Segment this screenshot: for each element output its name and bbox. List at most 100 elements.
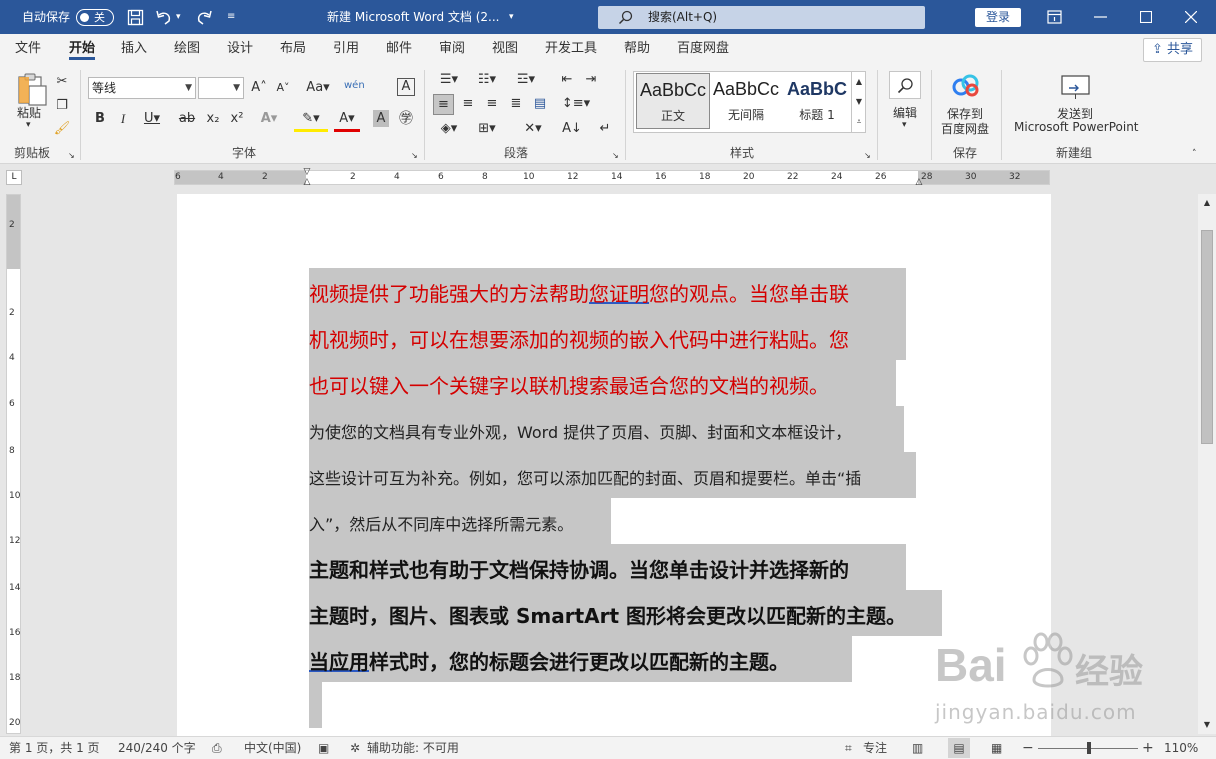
zoom-level[interactable]: 110%: [1164, 737, 1198, 759]
subscript-icon[interactable]: x₂: [204, 109, 222, 129]
copy-icon[interactable]: ❐: [53, 96, 71, 116]
tab-review[interactable]: 审阅: [439, 34, 465, 64]
font-name-combo[interactable]: 等线 ▼: [88, 77, 196, 99]
paste-icon[interactable]: [16, 72, 48, 106]
change-case-icon[interactable]: Aa▾: [303, 78, 333, 98]
numbering-icon[interactable]: ☷▾: [472, 70, 502, 90]
superscript-icon[interactable]: x²: [228, 109, 246, 129]
scroll-down-icon[interactable]: ▼: [1201, 716, 1213, 734]
font-color-icon[interactable]: A▾: [334, 109, 360, 132]
more-styles-icon[interactable]: ⩡: [853, 112, 865, 132]
cut-icon[interactable]: ✂: [53, 72, 71, 92]
scroll-up-icon[interactable]: ▲: [1201, 194, 1213, 212]
style-normal[interactable]: AaBbCc 正文: [636, 73, 710, 129]
borders-icon[interactable]: ⊞▾: [472, 119, 502, 139]
undo-icon[interactable]: [155, 9, 173, 26]
focus-mode-label[interactable]: 专注: [863, 737, 887, 759]
editing-button[interactable]: [889, 71, 921, 99]
tab-selector-icon[interactable]: L: [6, 170, 22, 185]
format-painter-icon[interactable]: 🖌: [53, 119, 71, 139]
zoom-slider-thumb[interactable]: [1087, 742, 1091, 754]
accessibility-status[interactable]: 辅助功能: 不可用: [367, 737, 459, 759]
zoom-out-button[interactable]: −: [1022, 737, 1034, 759]
line-spacing-icon[interactable]: ↕≡▾: [561, 94, 591, 114]
proofing-icon[interactable]: ⎙: [212, 737, 222, 759]
baidu-netdisk-icon[interactable]: [952, 74, 980, 98]
close-icon[interactable]: [1185, 11, 1197, 23]
shrink-font-icon[interactable]: A˅: [274, 78, 292, 98]
search-box[interactable]: 搜索(Alt+Q): [598, 6, 925, 29]
tab-references[interactable]: 引用: [333, 34, 359, 64]
underline-icon[interactable]: U▾: [140, 109, 164, 129]
web-layout-icon[interactable]: ▦: [991, 737, 1002, 759]
highlight-color-icon[interactable]: ✎▾: [294, 109, 328, 132]
chevron-up-icon[interactable]: ▲: [853, 72, 865, 92]
language[interactable]: 中文(中国): [244, 737, 301, 759]
bullets-icon[interactable]: ☰▾: [434, 70, 464, 90]
autosave-toggle[interactable]: 关: [76, 9, 114, 26]
paragraph-launcher-icon[interactable]: ↘: [612, 146, 619, 166]
page-count[interactable]: 第 1 页，共 1 页: [9, 737, 100, 759]
share-button[interactable]: ⇪ 共享: [1143, 38, 1202, 62]
redo-icon[interactable]: [195, 9, 213, 26]
strikethrough-icon[interactable]: ab: [176, 109, 198, 129]
title-dropdown-icon[interactable]: ▾: [509, 0, 514, 34]
justify-icon[interactable]: ≣: [507, 94, 525, 114]
enclosed-character-icon[interactable]: ㊫: [396, 109, 416, 129]
style-heading-1[interactable]: AaBbC 标题 1: [780, 73, 854, 129]
sort-icon[interactable]: A↓: [562, 119, 582, 139]
character-shading-icon[interactable]: A: [373, 110, 389, 127]
ribbon-display-options-icon[interactable]: [1047, 10, 1062, 24]
tab-file[interactable]: 文件: [15, 34, 41, 64]
tab-draw[interactable]: 绘图: [174, 34, 200, 64]
grow-font-icon[interactable]: A˄: [250, 78, 268, 98]
font-size-combo[interactable]: ▼: [198, 77, 244, 99]
chevron-down-icon[interactable]: ▾: [902, 120, 907, 130]
decrease-indent-icon[interactable]: ⇤: [558, 70, 576, 90]
document-page[interactable]: 视频提供了功能强大的方法帮助您证明您的观点。当您单击联 机视频时，可以在想要添加…: [177, 194, 1051, 740]
styles-scroller[interactable]: ▲ ▼ ⩡: [851, 72, 865, 132]
clipboard-launcher-icon[interactable]: ↘: [68, 146, 75, 166]
increase-indent-icon[interactable]: ⇥: [582, 70, 600, 90]
macro-icon[interactable]: ▣: [318, 737, 329, 759]
show-marks-icon[interactable]: ↵: [596, 119, 614, 139]
horizontal-ruler[interactable]: 6 4 2 2 4 6 8 10 12 14 16 18 20 22 24 26…: [174, 167, 1050, 187]
collapse-ribbon-icon[interactable]: ˄: [1192, 144, 1197, 164]
align-left-icon[interactable]: ≡: [433, 94, 454, 115]
bold-icon[interactable]: B: [92, 109, 108, 129]
tab-design[interactable]: 设计: [227, 34, 253, 64]
save-icon[interactable]: [127, 9, 144, 26]
login-button[interactable]: 登录: [975, 8, 1021, 27]
tab-help[interactable]: 帮助: [624, 34, 650, 64]
print-layout-icon[interactable]: ▤: [948, 738, 970, 758]
font-launcher-icon[interactable]: ↘: [411, 146, 418, 166]
tab-layout[interactable]: 布局: [280, 34, 306, 64]
character-border-icon[interactable]: A: [397, 78, 415, 96]
maximize-icon[interactable]: [1140, 11, 1152, 23]
multilevel-list-icon[interactable]: ☲▾: [511, 70, 541, 90]
tab-view[interactable]: 视图: [492, 34, 518, 64]
tab-baidu-netdisk[interactable]: 百度网盘: [677, 34, 729, 64]
paste-dropdown-icon[interactable]: ▾: [26, 120, 31, 130]
phonetic-guide-icon[interactable]: wén: [344, 76, 365, 96]
undo-dropdown-icon[interactable]: ▾: [176, 0, 181, 34]
align-right-icon[interactable]: ≡: [483, 94, 501, 114]
save-to-netdisk-line2[interactable]: 百度网盘: [941, 120, 989, 137]
accessibility-icon[interactable]: ✲: [350, 737, 360, 759]
style-no-spacing[interactable]: AaBbCc 无间隔: [709, 73, 783, 129]
focus-mode-icon[interactable]: ⌗: [845, 737, 852, 759]
send-to-line2[interactable]: Microsoft PowerPoint: [1014, 120, 1139, 134]
minimize-icon[interactable]: [1094, 16, 1107, 18]
customize-toolbar-icon[interactable]: ≡: [227, 0, 235, 34]
right-indent-marker[interactable]: △: [914, 177, 924, 187]
tab-home[interactable]: 开始: [69, 34, 96, 64]
italic-icon[interactable]: I: [115, 109, 131, 129]
first-line-indent-marker[interactable]: ▽: [302, 167, 312, 177]
scroll-thumb[interactable]: [1201, 230, 1213, 444]
align-center-icon[interactable]: ≡: [459, 94, 477, 114]
read-mode-icon[interactable]: ▥: [912, 737, 923, 759]
send-to-powerpoint-icon[interactable]: [1060, 74, 1092, 100]
tab-mailings[interactable]: 邮件: [386, 34, 412, 64]
distributed-icon[interactable]: ▤: [531, 94, 549, 114]
word-count[interactable]: 240/240 个字: [118, 737, 196, 759]
